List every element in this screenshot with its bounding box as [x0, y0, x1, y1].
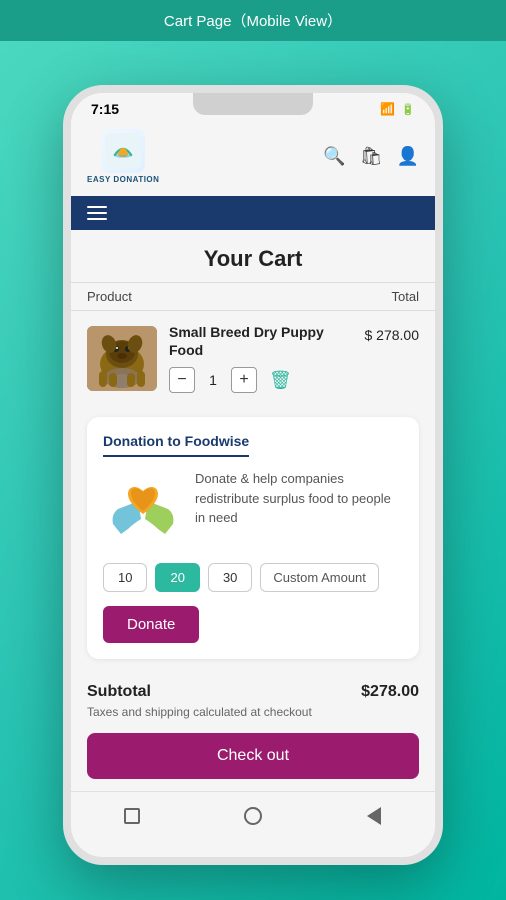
amount-30-button[interactable]: 30	[208, 563, 252, 592]
cart-item: Small Breed Dry Puppy Food − 1 + 🗑 $ 278…	[71, 311, 435, 405]
app-header: EASY DONATION 🔍 🛍 👤	[71, 121, 435, 196]
logo-box	[101, 129, 145, 173]
item-qty-control: − 1 + 🗑	[169, 367, 353, 393]
donation-card: Donation to Foodwise Donate & help compa…	[87, 417, 419, 659]
status-time: 7:15	[91, 101, 119, 117]
item-price: $ 278.00	[365, 323, 420, 343]
bag-icon[interactable]: 🛍	[360, 146, 383, 167]
battery-icon: 🔋	[401, 103, 415, 116]
hamburger-menu[interactable]	[87, 206, 419, 220]
qty-decrease-button[interactable]: −	[169, 367, 195, 393]
total-header: Total	[392, 289, 419, 304]
cart-title: Your Cart	[71, 230, 435, 282]
donation-title: Donation to Foodwise	[103, 433, 249, 457]
user-icon[interactable]: 👤	[397, 146, 419, 167]
status-icons: 📶 🔋	[380, 102, 415, 116]
donation-description: Donate & help companies redistribute sur…	[195, 469, 403, 528]
search-icon[interactable]: 🔍	[323, 146, 345, 167]
subtotal-value: $278.00	[361, 683, 419, 701]
amount-10-button[interactable]: 10	[103, 563, 147, 592]
header-icons: 🔍 🛍 👤	[323, 146, 419, 167]
banner: Cart Page（Mobile View）	[0, 0, 506, 41]
item-image	[87, 326, 157, 391]
nav-bar	[71, 196, 435, 230]
cart-footer: Subtotal $278.00 Taxes and shipping calc…	[71, 671, 435, 791]
subtotal-row: Subtotal $278.00	[87, 683, 419, 701]
donation-body: Donate & help companies redistribute sur…	[103, 469, 403, 549]
donation-hands-icon	[103, 469, 183, 549]
delete-icon[interactable]: 🗑	[269, 370, 292, 391]
donate-button[interactable]: Donate	[103, 606, 199, 643]
donation-icon	[103, 469, 183, 549]
item-details: Small Breed Dry Puppy Food − 1 + 🗑	[169, 323, 353, 393]
amount-20-button[interactable]: 20	[155, 563, 199, 592]
subtotal-label: Subtotal	[87, 683, 151, 701]
dog-image-svg	[87, 326, 157, 391]
phone-frame: 7:15 📶 🔋 EASY DONATION 🔍 🛍 👤	[63, 85, 443, 865]
qty-increase-button[interactable]: +	[231, 367, 257, 393]
logo-text: EASY DONATION	[87, 175, 159, 184]
product-header: Product	[87, 289, 132, 304]
bottom-back-button[interactable]	[364, 806, 384, 826]
wifi-icon: 📶	[380, 102, 395, 116]
checkout-button[interactable]: Check out	[87, 733, 419, 779]
donation-amounts: 10 20 30 Custom Amount	[103, 563, 403, 592]
item-name: Small Breed Dry Puppy Food	[169, 323, 353, 359]
bottom-square-button[interactable]	[122, 806, 142, 826]
bottom-nav-bar	[71, 791, 435, 836]
cart-content: Your Cart Product Total	[71, 230, 435, 791]
qty-value: 1	[203, 372, 223, 388]
logo-area: EASY DONATION	[87, 129, 159, 184]
logo-icon	[105, 133, 141, 169]
tax-note: Taxes and shipping calculated at checkou…	[87, 705, 419, 719]
status-bar: 7:15 📶 🔋	[71, 93, 435, 121]
notch-area	[193, 93, 313, 115]
bottom-circle-button[interactable]	[243, 806, 263, 826]
custom-amount-button[interactable]: Custom Amount	[260, 563, 379, 592]
cart-table-header: Product Total	[71, 282, 435, 311]
